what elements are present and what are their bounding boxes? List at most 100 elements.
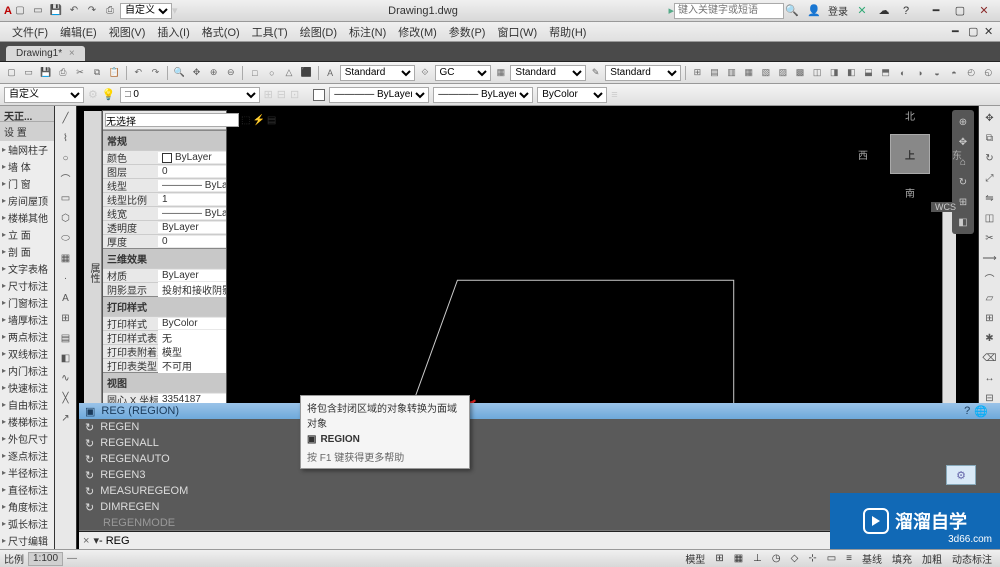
property-row[interactable]: 图层0 (103, 164, 226, 178)
menu-insert[interactable]: 插入(I) (151, 24, 195, 40)
arc-icon[interactable]: ⌒ (57, 169, 75, 187)
viewcube-wcs[interactable]: WCS (931, 202, 960, 212)
prop-cat-general[interactable]: 常规 (103, 130, 226, 150)
palette-item[interactable]: 门窗标注 (0, 294, 54, 311)
tool-icon[interactable]: ◐ (895, 65, 910, 81)
tool-icon[interactable]: A (323, 65, 338, 81)
color-swatch[interactable] (313, 89, 325, 101)
cloud-icon[interactable]: ☁ (876, 4, 892, 17)
spline-icon[interactable]: ∿ (57, 369, 75, 387)
tool-icon[interactable]: ▭ (21, 65, 36, 81)
properties-panel[interactable]: 属性 ⬚ ⚡ ▤ 常规 颜色ByLayer图层0线型———— ByLayer线型… (102, 110, 227, 435)
property-row[interactable]: 厚度0 (103, 234, 226, 248)
tool-icon[interactable]: ⊞ (690, 65, 705, 81)
layer-select[interactable]: □ 0 (120, 87, 260, 103)
tool-icon[interactable]: ◵ (981, 65, 996, 81)
array-icon[interactable]: ⊞ (981, 309, 999, 327)
close-button[interactable]: ✕ (972, 3, 996, 19)
menu-edit[interactable]: 编辑(E) (54, 24, 103, 40)
layer-tool-icon[interactable]: ⊞ (264, 88, 273, 101)
erase-icon[interactable]: ⌫ (981, 349, 999, 367)
hatch-icon[interactable]: ▦ (57, 249, 75, 267)
tool-icon[interactable]: ▤ (707, 65, 722, 81)
login-text[interactable]: 登录 (828, 3, 848, 18)
menu-draw[interactable]: 绘图(D) (294, 24, 343, 40)
polygon-icon[interactable]: ⬡ (57, 209, 75, 227)
mleader-style-select[interactable]: Standard (605, 65, 681, 81)
property-row[interactable]: 打印样式表无 (103, 330, 226, 344)
property-value[interactable]: 投射和接收阴影 (158, 282, 226, 297)
prop-cat-plot[interactable]: 打印样式 (103, 296, 226, 316)
palette-item[interactable]: 外包尺寸 (0, 430, 54, 447)
tool-icon[interactable]: ▦ (741, 65, 756, 81)
property-value[interactable]: 0 (158, 236, 226, 247)
palette-item[interactable]: 剖 面 (0, 243, 54, 260)
property-value[interactable]: 模型 (158, 344, 226, 359)
line-icon[interactable]: ╱ (57, 109, 75, 127)
copy-icon[interactable]: ⧉ (981, 129, 999, 147)
tool-icon[interactable]: ◴ (964, 65, 979, 81)
palette-item[interactable]: 墙厚标注 (0, 311, 54, 328)
scale-icon[interactable]: ⤢ (981, 169, 999, 187)
dim-style-select[interactable]: GC (435, 65, 492, 81)
status-bold[interactable]: 加粗 (918, 552, 946, 566)
status-osnap-icon[interactable]: ◇ (787, 552, 803, 566)
palette-item[interactable]: 门 窗 (0, 175, 54, 192)
quickselect-icon[interactable]: ⚡ (252, 113, 264, 127)
tool-icon[interactable]: ⟐ (417, 65, 432, 81)
viewcube[interactable]: 上 北 南 东 西 WCS (870, 114, 950, 194)
property-value[interactable]: ———— ByLayer (158, 208, 226, 219)
palette-item[interactable]: 墙 体 (0, 158, 54, 175)
palette-item[interactable]: 半径标注 (0, 464, 54, 481)
property-value[interactable]: ByColor (158, 318, 226, 329)
property-row[interactable]: 线型比例1 (103, 192, 226, 206)
menu-view[interactable]: 视图(V) (103, 24, 152, 40)
tool-icon[interactable]: ◫ (810, 65, 825, 81)
line-tool-icon[interactable]: ≡ (611, 89, 617, 101)
layer-workspace-select[interactable]: 自定义 (4, 87, 84, 103)
tool-icon[interactable]: ⎙ (55, 65, 70, 81)
property-value[interactable]: 无 (158, 330, 226, 345)
nav-steering-icon[interactable]: ⊕ (954, 113, 972, 131)
tool-icon[interactable]: ↷ (148, 65, 163, 81)
tool-icon[interactable]: ✎ (588, 65, 603, 81)
mirror-icon[interactable]: ⇋ (981, 189, 999, 207)
tool-icon[interactable]: ○ (264, 65, 279, 81)
tool-icon[interactable]: □ (247, 65, 262, 81)
help-icon[interactable]: ? (898, 5, 914, 17)
autocomplete-net-icon[interactable]: 🌐 (974, 405, 988, 418)
document-tab[interactable]: Drawing1* × (6, 46, 85, 61)
layer-icon[interactable]: ⚙ (88, 88, 98, 101)
region-icon[interactable]: ◧ (57, 349, 75, 367)
plotcolor-select[interactable]: ByColor (537, 87, 607, 103)
property-row[interactable]: 透明度ByLayer (103, 220, 226, 234)
autocomplete-item-selected[interactable]: ▣ REG (REGION) ? 🌐 (79, 403, 1000, 419)
text-icon[interactable]: A (57, 289, 75, 307)
tool-icon[interactable]: ⊕ (206, 65, 221, 81)
tool-icon[interactable]: 💾 (38, 65, 53, 81)
palette-item[interactable]: 角度标注 (0, 498, 54, 515)
circle-icon[interactable]: ○ (57, 149, 75, 167)
autocomplete-item[interactable]: ↻REGENALL (79, 435, 1000, 451)
property-row[interactable]: 材质ByLayer (103, 268, 226, 282)
properties-sidebar-label[interactable]: 属性 (84, 111, 102, 434)
tool-icon[interactable]: ◧ (844, 65, 859, 81)
nav-more-icon[interactable]: ◧ (954, 213, 972, 231)
autocomplete-item[interactable]: ↻REGEN3 (79, 467, 1000, 483)
tool-icon[interactable]: ⧉ (90, 65, 105, 81)
autocomplete-item[interactable]: ↻REGENAUTO (79, 451, 1000, 467)
ellipse-icon[interactable]: ⬭ (57, 229, 75, 247)
property-value[interactable]: ByLayer (158, 152, 226, 163)
doc-maximize-button[interactable]: ▢ (962, 25, 978, 38)
tool-icon[interactable]: ▩ (792, 65, 807, 81)
palette-item[interactable]: 直径标注 (0, 481, 54, 498)
help-search-input[interactable] (674, 3, 784, 19)
user-icon[interactable]: 👤 (806, 4, 822, 17)
status-baseline[interactable]: 基线 (858, 552, 886, 566)
layer-tool-icon[interactable]: ⊡ (290, 88, 299, 101)
tangent-palette[interactable]: 天正... 设 置 轴网柱子墙 体门 窗房间屋顶楼梯其他立 面剖 面文字表格尺寸… (0, 106, 55, 562)
palette-item[interactable]: 尺寸编辑 (0, 532, 54, 549)
rect-icon[interactable]: ▭ (57, 189, 75, 207)
viewcube-top[interactable]: 上 (890, 134, 930, 174)
menu-tools[interactable]: 工具(T) (246, 24, 294, 40)
